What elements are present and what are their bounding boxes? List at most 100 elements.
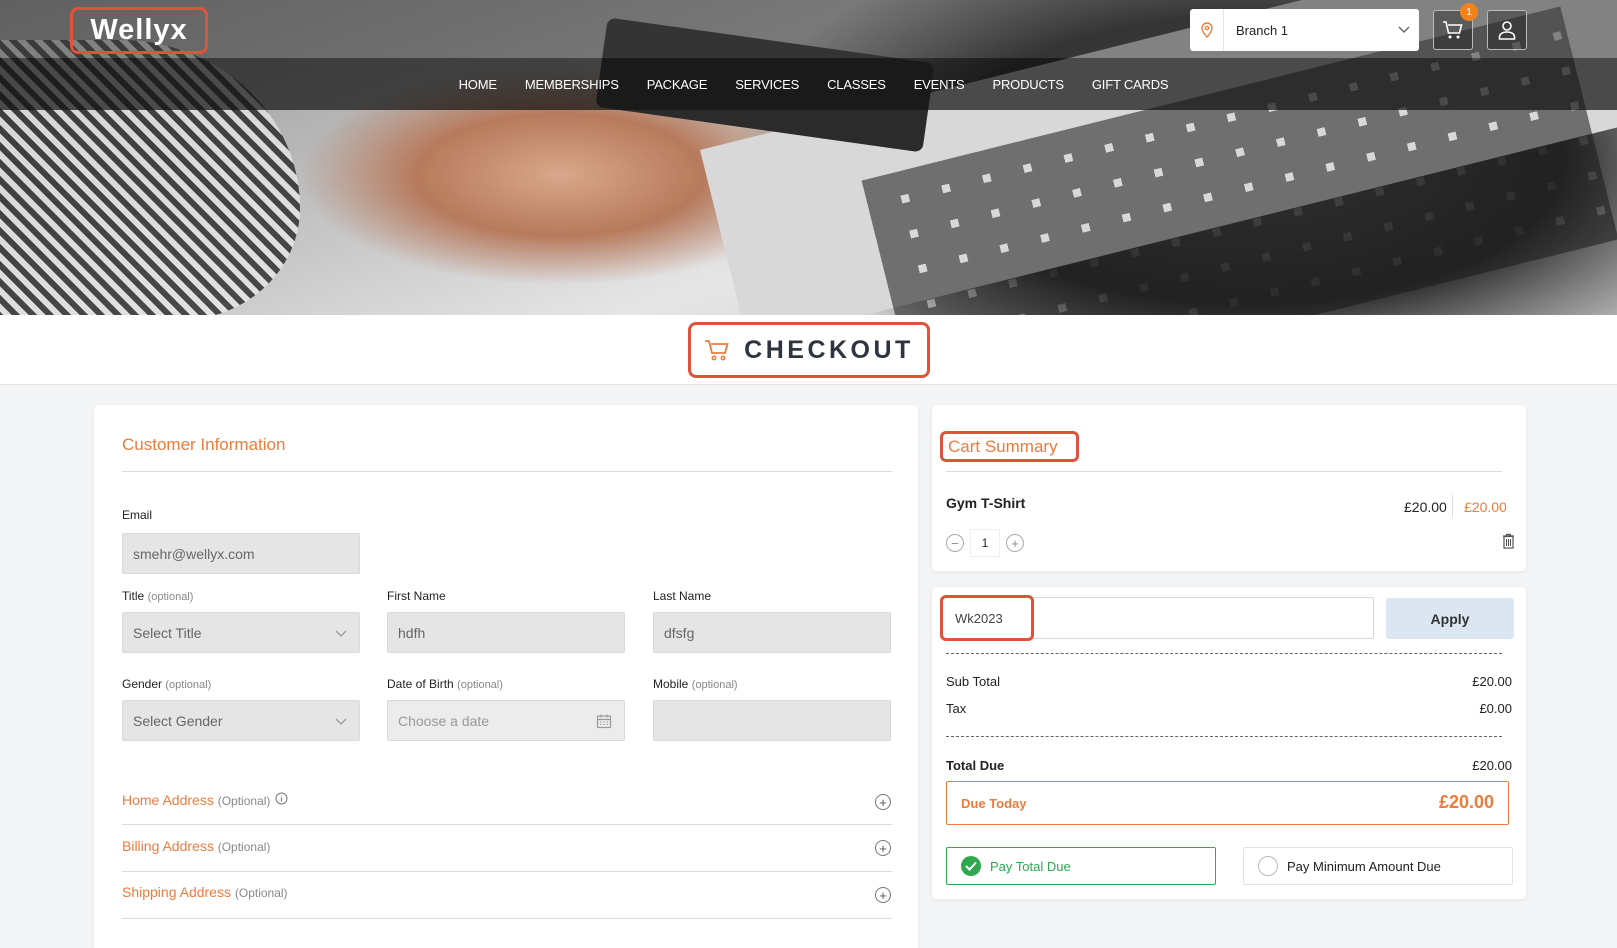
first-name-value: hdfh	[398, 624, 426, 641]
qty-increase-button[interactable]: +	[1006, 534, 1024, 552]
email-label: Email	[122, 508, 152, 522]
title-label: Title (optional)	[122, 589, 193, 603]
gender-optional: (optional)	[165, 679, 212, 691]
shipping-address-toggle[interactable]: Shipping Address (Optional)	[122, 884, 288, 900]
first-name-label: First Name	[387, 589, 446, 603]
gender-select-value: Select Gender	[133, 712, 223, 729]
qty-value: 1	[981, 536, 989, 550]
expand-billing-address-icon[interactable]: +	[875, 840, 891, 856]
email-label-text: Email	[122, 508, 153, 522]
nav-gift-cards[interactable]: GIFT CARDS	[1092, 77, 1169, 92]
page-title-text: CHECKOUT	[744, 335, 914, 364]
tax-label: Tax	[946, 701, 967, 716]
billing-address-toggle[interactable]: Billing Address (Optional)	[122, 838, 270, 854]
account-button[interactable]	[1487, 10, 1527, 50]
info-icon[interactable]	[275, 792, 288, 808]
first-name-label-text: First Name	[387, 589, 446, 603]
pay-minimum-option[interactable]: Pay Minimum Amount Due	[1243, 847, 1513, 885]
first-name-field[interactable]: hdfh	[387, 612, 625, 653]
dob-label: Date of Birth (optional)	[387, 677, 503, 691]
nav-products[interactable]: PRODUCTS	[993, 77, 1065, 92]
branch-select[interactable]: Branch 1	[1190, 9, 1419, 51]
shipping-address-optional: (Optional)	[234, 886, 288, 900]
nav-home[interactable]: HOME	[459, 77, 497, 92]
qty-decrease-button[interactable]: −	[946, 534, 964, 552]
expand-shipping-address-icon[interactable]: +	[875, 887, 891, 903]
trash-icon[interactable]	[1502, 533, 1515, 554]
cart-item-total: £20.00	[1464, 499, 1507, 515]
gender-label: Gender (optional)	[122, 677, 211, 691]
dashed-divider	[946, 736, 1502, 737]
chevron-down-icon	[1389, 26, 1419, 34]
title-select[interactable]: Select Title	[122, 612, 360, 653]
divider	[122, 824, 892, 825]
mobile-label: Mobile (optional)	[653, 677, 738, 691]
apply-label: Apply	[1430, 610, 1470, 627]
chevron-down-icon	[335, 713, 347, 729]
nav-services[interactable]: SERVICES	[735, 77, 799, 92]
divider	[1452, 495, 1453, 517]
cart-summary-panel: Cart Summary Gym T-Shirt £20.00 £20.00 −…	[932, 405, 1526, 571]
branch-select-value: Branch 1	[1236, 22, 1289, 38]
main-nav: HOME MEMBERSHIPS PACKAGE SERVICES CLASSE…	[0, 58, 1617, 110]
cart-button[interactable]: 1	[1433, 3, 1478, 50]
nav-events[interactable]: EVENTS	[914, 77, 965, 92]
cart-item-unit-price: £20.00	[1404, 499, 1447, 515]
last-name-label-text: Last Name	[653, 589, 712, 603]
email-field[interactable]: smehr@wellyx.com	[122, 533, 360, 574]
mobile-optional: (optional)	[691, 679, 738, 691]
sub-total-value: £20.00	[1472, 674, 1512, 689]
pay-total-due-option[interactable]: Pay Total Due	[946, 847, 1216, 885]
dob-label-text: Date of Birth	[387, 677, 454, 691]
email-value: smehr@wellyx.com	[133, 545, 255, 562]
divider	[122, 871, 892, 872]
title-optional: (optional)	[147, 591, 194, 603]
dashed-divider	[946, 653, 1502, 654]
cart-icon	[1443, 21, 1463, 39]
cart-icon	[705, 340, 729, 361]
cart-item-name: Gym T-Shirt	[946, 495, 1026, 511]
gender-label-text: Gender	[122, 677, 163, 691]
tax-value: £0.00	[1479, 701, 1512, 716]
pay-minimum-label: Pay Minimum Amount Due	[1287, 858, 1441, 874]
total-due-value: £20.00	[1472, 758, 1512, 773]
expand-home-address-icon[interactable]: +	[875, 794, 891, 810]
mobile-field[interactable]	[653, 700, 891, 741]
customer-info-panel: Customer Information Email smehr@wellyx.…	[94, 405, 918, 948]
customer-info-title: Customer Information	[122, 435, 286, 454]
pay-total-due-label: Pay Total Due	[990, 858, 1071, 874]
last-name-field[interactable]: dfsfg	[653, 612, 891, 653]
brand-logo[interactable]: Wellyx	[70, 7, 208, 54]
gender-select[interactable]: Select Gender	[122, 700, 360, 741]
check-icon	[961, 856, 981, 876]
billing-address-title: Billing Address	[122, 838, 214, 854]
divider	[946, 471, 1502, 472]
user-icon	[1498, 21, 1516, 40]
cart-summary-title: Cart Summary	[940, 431, 1079, 462]
due-today-value: £20.00	[1438, 792, 1494, 812]
nav-classes[interactable]: CLASSES	[827, 77, 886, 92]
nav-package[interactable]: PACKAGE	[647, 77, 708, 92]
radio-unchecked-icon	[1258, 856, 1278, 876]
chevron-down-icon	[335, 625, 347, 641]
billing-address-optional: (Optional)	[217, 840, 271, 854]
last-name-label: Last Name	[653, 589, 711, 603]
due-today-label: Due Today	[961, 796, 1027, 811]
title-select-value: Select Title	[133, 624, 202, 641]
shipping-address-title: Shipping Address	[122, 884, 231, 900]
sub-total-label: Sub Total	[946, 674, 1000, 689]
calendar-icon[interactable]	[596, 713, 612, 732]
home-address-toggle[interactable]: Home Address (Optional)	[122, 792, 288, 808]
home-address-title: Home Address	[122, 792, 214, 808]
qty-input[interactable]: 1	[970, 529, 1000, 557]
divider	[122, 471, 892, 472]
nav-memberships[interactable]: MEMBERSHIPS	[525, 77, 619, 92]
title-label-text: Title	[122, 589, 145, 603]
apply-coupon-button[interactable]: Apply	[1386, 598, 1514, 639]
last-name-value: dfsfg	[664, 624, 695, 641]
cart-count-badge: 1	[1460, 3, 1478, 21]
home-address-optional: (Optional)	[217, 794, 271, 808]
dob-field[interactable]: Choose a date	[387, 700, 625, 741]
coupon-code-value[interactable]: Wk2023	[940, 595, 1034, 641]
location-pin-icon	[1190, 9, 1224, 51]
